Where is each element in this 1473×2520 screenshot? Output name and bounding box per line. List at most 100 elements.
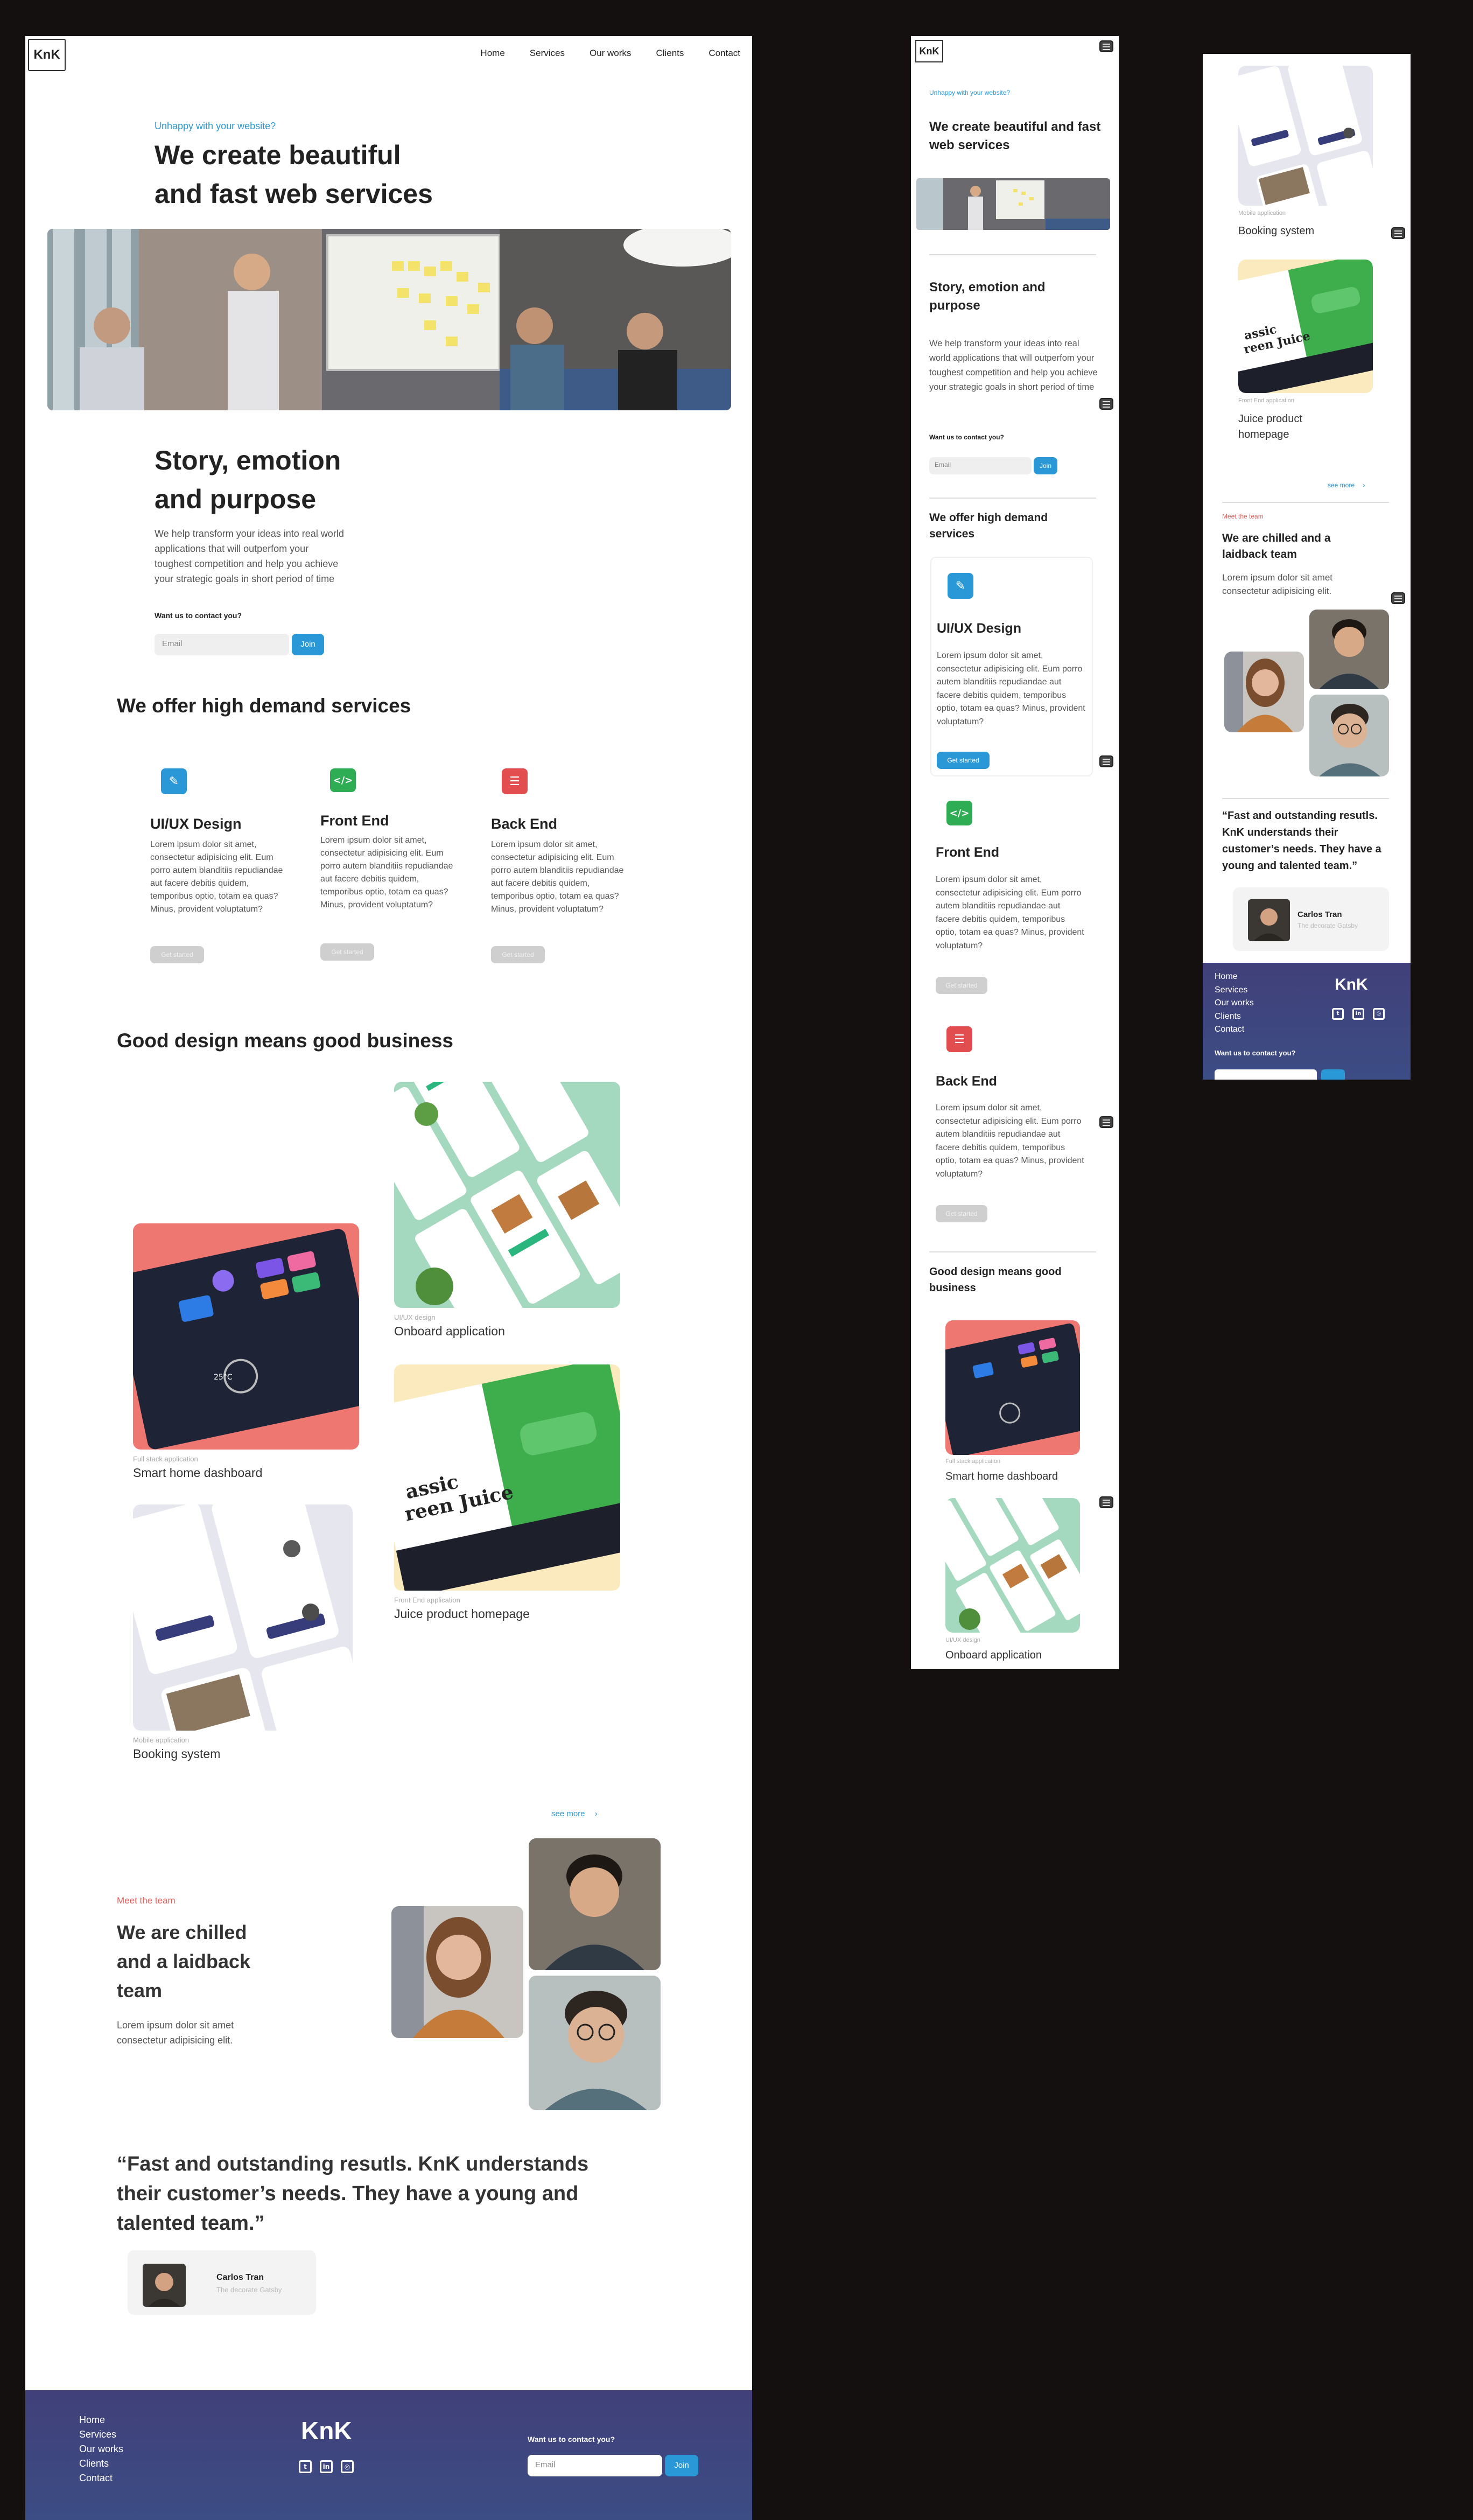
- services-title: We offer high demand services: [117, 695, 411, 717]
- hero-title: We create beautiful and fast web services: [155, 140, 433, 209]
- work-title[interactable]: Onboard application: [394, 1324, 505, 1339]
- footer-link-home[interactable]: Home: [79, 2413, 123, 2427]
- pen-icon: ✎: [161, 768, 187, 794]
- get-started-button[interactable]: Get started: [491, 946, 545, 963]
- service-title: Back End: [936, 1074, 997, 1089]
- nav-services[interactable]: Services: [530, 48, 565, 59]
- divider: [1222, 502, 1389, 503]
- work-title[interactable]: Booking system: [133, 1747, 220, 1761]
- get-started-button[interactable]: Get started: [937, 752, 990, 769]
- logo[interactable]: KnK: [28, 39, 66, 71]
- work-image-onboard[interactable]: [394, 1082, 620, 1308]
- footer-link-contact[interactable]: Contact: [79, 2471, 123, 2486]
- footer-link-clients[interactable]: Clients: [1215, 1010, 1254, 1024]
- linkedin-icon[interactable]: in: [1352, 1008, 1364, 1020]
- join-button[interactable]: Join: [292, 634, 324, 655]
- footer-contact-label: Want us to contact you?: [528, 2435, 615, 2444]
- nav-our-works[interactable]: Our works: [590, 48, 631, 59]
- service-title: Back End: [491, 816, 558, 832]
- email-input[interactable]: Email: [155, 634, 289, 655]
- footer-link-our-works[interactable]: Our works: [79, 2442, 123, 2456]
- service-title: UI/UX Design: [150, 816, 242, 832]
- footer: Home Services Our works Clients Contact …: [25, 2390, 752, 2520]
- footer-logo[interactable]: KnK: [1335, 976, 1368, 994]
- testimonial-quote: “Fast and outstanding resutls. KnK under…: [1222, 810, 1381, 872]
- get-started-button[interactable]: Get started: [936, 977, 987, 994]
- footer-link-services[interactable]: Services: [79, 2427, 123, 2442]
- instagram-icon[interactable]: ◎: [1373, 1008, 1385, 1020]
- hamburger-menu-icon[interactable]: [1099, 398, 1113, 410]
- footer-email-input[interactable]: Email: [528, 2455, 662, 2476]
- footer-link-clients[interactable]: Clients: [79, 2456, 123, 2471]
- work-title[interactable]: Juice product homepage: [1238, 411, 1335, 443]
- email-input[interactable]: Email: [929, 457, 1032, 474]
- instagram-icon[interactable]: ◎: [341, 2460, 354, 2473]
- footer-link-home[interactable]: Home: [1215, 970, 1254, 984]
- logo[interactable]: KnK: [915, 40, 943, 62]
- hamburger-menu-icon[interactable]: [1391, 592, 1405, 604]
- hero-title: We create beautiful and fast web service…: [929, 120, 1101, 152]
- footer: Home Services Our works Clients Contact …: [1203, 963, 1411, 1080]
- see-more-link[interactable]: see more ›: [1328, 481, 1365, 489]
- footer-link-our-works[interactable]: Our works: [1215, 997, 1254, 1010]
- nav-contact[interactable]: Contact: [709, 48, 740, 59]
- code-icon: </>: [330, 768, 356, 792]
- work-category: Mobile application: [133, 1736, 190, 1744]
- code-icon: </>: [946, 801, 972, 825]
- mobile-artboard-2: Mobile application Booking system assic r…: [1203, 54, 1411, 1080]
- footer-link-services[interactable]: Services: [1215, 984, 1254, 997]
- team-photo-man-2: [1309, 695, 1389, 776]
- get-started-button[interactable]: Get started: [936, 1205, 987, 1222]
- nav-clients[interactable]: Clients: [656, 48, 684, 59]
- see-more-link[interactable]: see more ›: [551, 1809, 598, 1818]
- work-title[interactable]: Juice product homepage: [394, 1607, 530, 1621]
- hamburger-menu-icon[interactable]: [1099, 1496, 1113, 1508]
- work-title[interactable]: Booking system: [1238, 225, 1314, 237]
- linkedin-icon[interactable]: in: [320, 2460, 333, 2473]
- work-category: Front End application: [1238, 397, 1294, 404]
- hamburger-menu-icon[interactable]: [1099, 1116, 1113, 1128]
- chevron-right-icon: ›: [594, 1809, 598, 1818]
- work-image-booking[interactable]: [133, 1504, 353, 1731]
- work-category: Front End application: [394, 1596, 460, 1604]
- work-title[interactable]: Smart home dashboard: [945, 1471, 1058, 1483]
- work-title[interactable]: Smart home dashboard: [133, 1466, 262, 1480]
- server-icon: ☰: [946, 1026, 972, 1052]
- hero-image: [47, 229, 731, 410]
- footer-link-contact[interactable]: Contact: [1215, 1023, 1254, 1037]
- footer-social: t in ◎: [299, 2460, 354, 2473]
- twitter-icon[interactable]: t: [299, 2460, 312, 2473]
- services-title: We offer high demand services: [929, 512, 1048, 540]
- footer-contact-label: Want us to contact you?: [1215, 1049, 1296, 1057]
- service-card-uiux: ✎ UI/UX Design Lorem ipsum dolor sit ame…: [930, 557, 1093, 776]
- testimonial-role: The decorate Gatsby: [216, 2286, 282, 2294]
- hamburger-menu-icon[interactable]: [1391, 227, 1405, 239]
- work-image-smart-home[interactable]: 25°C: [133, 1223, 359, 1450]
- footer-links: Home Services Our works Clients Contact: [79, 2413, 123, 2486]
- service-title: Front End: [936, 845, 1000, 860]
- nav-home[interactable]: Home: [480, 48, 504, 59]
- footer-email-input[interactable]: [1215, 1069, 1317, 1080]
- footer-join-button[interactable]: [1321, 1069, 1345, 1080]
- team-body: Lorem ipsum dolor sit amet consectetur a…: [1222, 572, 1333, 596]
- service-text: Lorem ipsum dolor sit amet, consectetur …: [936, 875, 1084, 950]
- footer-logo[interactable]: KnK: [301, 2416, 352, 2445]
- get-started-button[interactable]: Get started: [150, 946, 204, 963]
- work-image-onboard[interactable]: [945, 1498, 1080, 1633]
- team-eyebrow: Meet the team: [117, 1895, 176, 1906]
- hamburger-menu-icon[interactable]: [1099, 40, 1113, 52]
- work-image-smart-home[interactable]: [945, 1320, 1080, 1455]
- work-image-juice[interactable]: assic reen Juice: [394, 1364, 620, 1591]
- hero-eyebrow: Unhappy with your website?: [155, 121, 276, 131]
- twitter-icon[interactable]: t: [1332, 1008, 1344, 1020]
- get-started-button[interactable]: Get started: [320, 943, 374, 961]
- work-image-booking[interactable]: [1238, 66, 1373, 206]
- hamburger-menu-icon[interactable]: [1099, 755, 1113, 767]
- work-image-juice[interactable]: assic reen Juice: [1238, 260, 1373, 393]
- work-title[interactable]: Onboard application: [945, 1649, 1042, 1662]
- team-eyebrow: Meet the team: [1222, 513, 1264, 520]
- join-button[interactable]: Join: [1034, 457, 1057, 474]
- footer-links: Home Services Our works Clients Contact: [1215, 970, 1254, 1037]
- work-category: Full stack application: [133, 1455, 198, 1463]
- footer-join-button[interactable]: Join: [665, 2455, 698, 2476]
